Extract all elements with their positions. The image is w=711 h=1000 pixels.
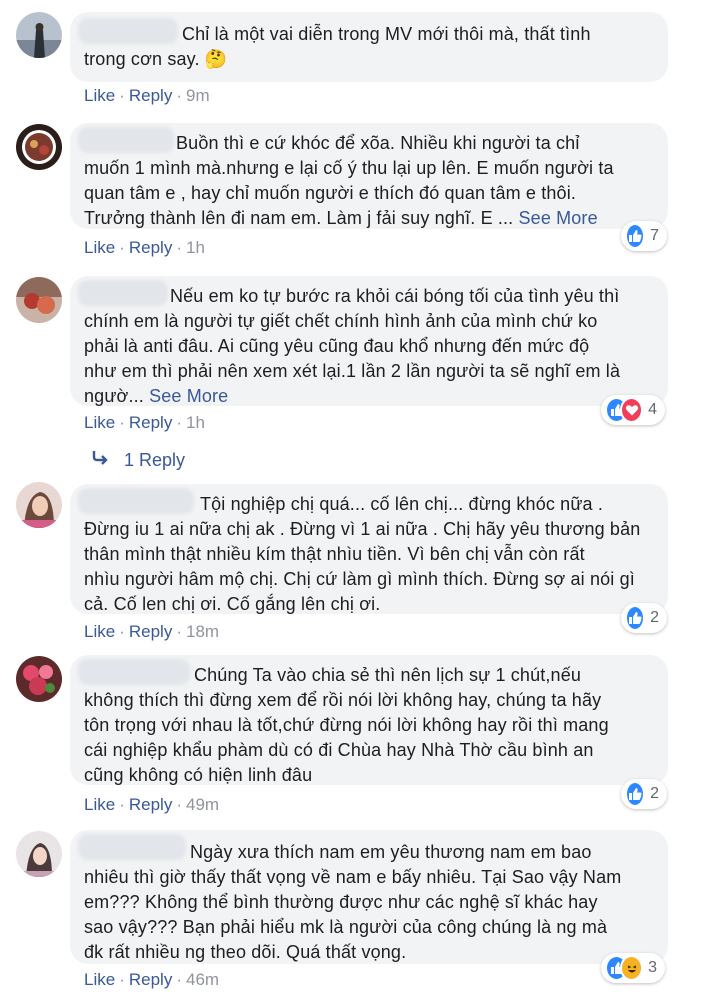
comment-time[interactable]: 9m xyxy=(186,86,210,105)
haha-reaction-icon xyxy=(620,955,644,981)
like-button[interactable]: Like xyxy=(84,795,115,814)
reactions-badge[interactable]: 2 xyxy=(621,779,667,809)
see-more-link[interactable]: See More xyxy=(519,208,598,228)
comment-bubble: Buồn thì e cứ khóc để xõa. Nhiều khi ngư… xyxy=(70,123,668,229)
comment-actions: Like · Reply · 46m xyxy=(84,970,220,989)
comment-bubble: Chỉ là một vai diễn trong MV mới thôi mà… xyxy=(70,12,668,82)
avatar[interactable] xyxy=(16,277,62,323)
comment-bubble: Ngày xưa thích nam em yêu thương nam em … xyxy=(70,830,668,964)
reply-arrow-icon xyxy=(92,450,110,471)
avatar[interactable] xyxy=(16,482,62,528)
reactions-badge[interactable]: 3 xyxy=(601,953,665,983)
reaction-count: 2 xyxy=(650,785,659,802)
love-reaction-icon xyxy=(620,397,644,423)
comment-actions: Like · Reply · 1h xyxy=(84,238,205,257)
reply-button[interactable]: Reply xyxy=(129,970,172,989)
reaction-count: 3 xyxy=(648,959,657,976)
like-button[interactable]: Like xyxy=(84,622,115,641)
view-replies-link[interactable]: 1 Reply xyxy=(92,450,185,471)
reactions-badge[interactable]: 4 xyxy=(601,395,665,425)
comment-actions: Like · Reply · 1h xyxy=(84,413,205,432)
comment-actions: Like · Reply · 18m xyxy=(84,622,220,641)
replies-count-label[interactable]: 1 Reply xyxy=(124,450,185,471)
commenter-name[interactable] xyxy=(78,659,190,685)
like-button[interactable]: Like xyxy=(84,238,115,257)
commenter-name[interactable] xyxy=(78,18,178,44)
like-button[interactable]: Like xyxy=(84,413,115,432)
reaction-count: 7 xyxy=(650,227,659,244)
reply-button[interactable]: Reply xyxy=(129,86,172,105)
reactions-badge[interactable]: 2 xyxy=(621,603,667,633)
like-reaction-icon xyxy=(625,223,646,249)
commenter-name[interactable] xyxy=(78,488,194,514)
avatar[interactable] xyxy=(16,656,62,702)
comment-time[interactable]: 1h xyxy=(186,413,205,432)
comment-bubble: Nếu em ko tự bước ra khỏi cái bóng tối c… xyxy=(70,276,668,406)
like-reaction-icon xyxy=(625,781,646,807)
comment-time[interactable]: 46m xyxy=(186,970,219,989)
avatar[interactable] xyxy=(16,831,62,877)
reply-button[interactable]: Reply xyxy=(129,795,172,814)
reply-button[interactable]: Reply xyxy=(129,238,172,257)
like-button[interactable]: Like xyxy=(84,970,115,989)
avatar[interactable] xyxy=(16,12,62,58)
comment-time[interactable]: 18m xyxy=(186,622,219,641)
comment-actions: Like · Reply · 9m xyxy=(84,86,210,105)
like-button[interactable]: Like xyxy=(84,86,115,105)
avatar[interactable] xyxy=(16,124,62,170)
reaction-count: 2 xyxy=(650,609,659,626)
reply-button[interactable]: Reply xyxy=(129,413,172,432)
reactions-badge[interactable]: 7 xyxy=(621,221,667,251)
comment-time[interactable]: 49m xyxy=(186,795,219,814)
comment-text: Nếu em ko tự bước ra khỏi cái bóng tối c… xyxy=(84,286,621,406)
like-reaction-icon xyxy=(625,605,646,631)
reaction-count: 4 xyxy=(648,401,657,418)
comment-time[interactable]: 1h xyxy=(186,238,205,257)
reply-button[interactable]: Reply xyxy=(129,622,172,641)
commenter-name[interactable] xyxy=(78,280,168,306)
commenter-name[interactable] xyxy=(78,834,186,860)
see-more-link[interactable]: See More xyxy=(149,386,228,406)
commenter-name[interactable] xyxy=(78,127,174,153)
comment-bubble: Chúng Ta vào chia sẻ thì nên lịch sự 1 c… xyxy=(70,655,668,785)
comment-bubble: Tội nghiệp chị quá... cố lên chị... đừng… xyxy=(70,484,668,614)
comment-actions: Like · Reply · 49m xyxy=(84,795,220,814)
